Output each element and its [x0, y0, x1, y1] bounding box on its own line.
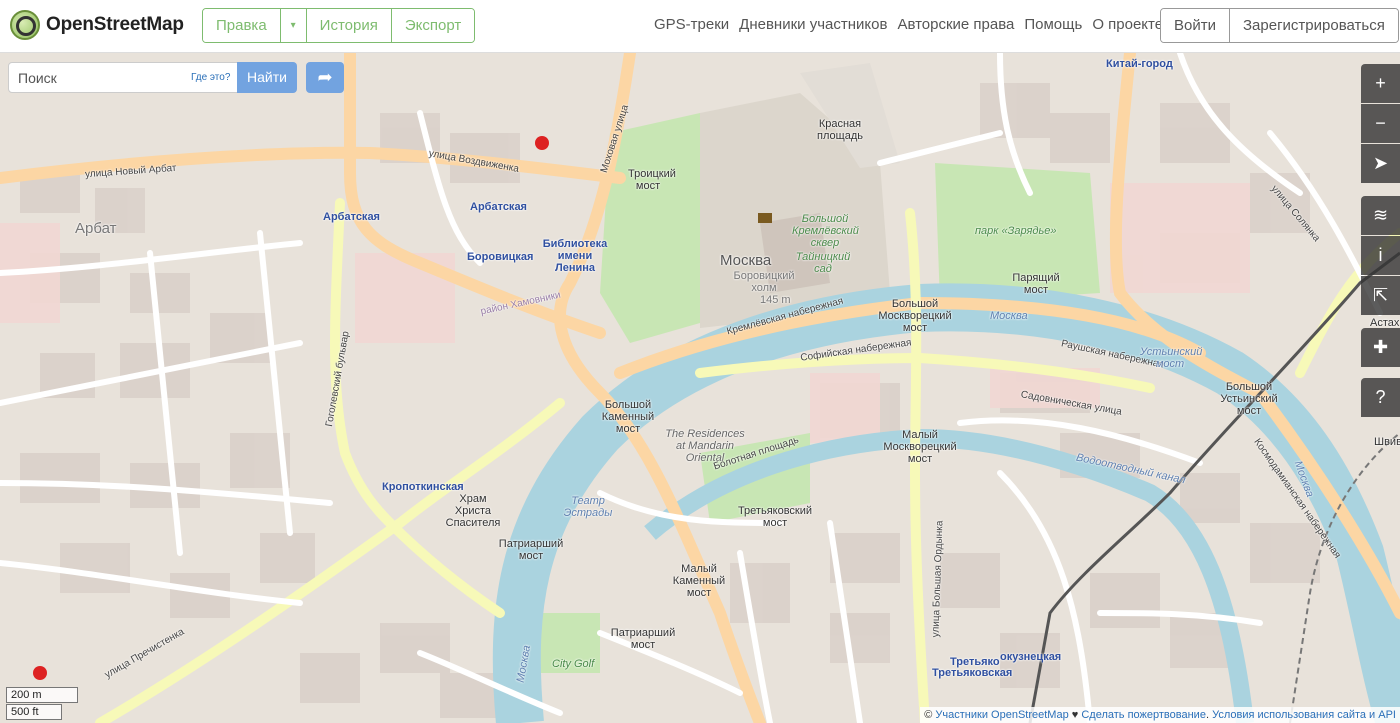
heart-icon: ♥ — [1068, 709, 1082, 721]
scale-metric: 200 m — [6, 687, 78, 703]
nav-about[interactable]: О проекте — [1092, 16, 1163, 33]
export-button[interactable]: Экспорт — [391, 9, 475, 42]
label-troitsky-most: Троицкий мост — [628, 168, 676, 192]
label-paryashchy-most: Парящий мост — [1012, 272, 1060, 296]
login-button[interactable]: Войти — [1161, 9, 1230, 42]
signup-button[interactable]: Зарегистрироваться — [1229, 9, 1398, 42]
label-bolshoy-ustinsky-most: Большой Устьинский мост — [1220, 381, 1278, 417]
label-city-golf: City Golf — [552, 658, 595, 670]
nav-links: GPS-треки Дневники участников Авторские … — [654, 16, 1173, 33]
attribution-terms-link[interactable]: Условия использования сайта и API — [1212, 709, 1396, 721]
auth-button-group: Войти Зарегистрироваться — [1160, 8, 1399, 43]
label-tretyakovsky-most: Третьяковский мост — [737, 505, 813, 529]
directions-arrow-icon: ➦ — [317, 67, 333, 87]
nav-help[interactable]: Помощь — [1024, 16, 1082, 33]
directions-button[interactable]: ➦ — [306, 62, 344, 93]
label-maly-kamenny-most: Малый Каменный мост — [672, 563, 726, 599]
attribution-donate-link[interactable]: Сделать пожертвование — [1081, 709, 1206, 721]
label-moskva-river-1: Москва — [990, 310, 1028, 322]
label-shivaya: Швивая — [1374, 436, 1400, 448]
nav-user-diaries[interactable]: Дневники участников — [739, 16, 887, 33]
edit-dropdown-caret-icon[interactable]: ▾ — [280, 9, 307, 42]
share-button[interactable]: ⇱ — [1361, 276, 1400, 315]
label-park-zaryadye: парк «Зарядье» — [975, 225, 1057, 237]
map-canvas[interactable]: Китай-город Красная площадь Арбат улица … — [0, 53, 1400, 723]
osm-logo[interactable]: OpenStreetMap — [10, 10, 184, 40]
scale-imperial: 500 ft — [6, 704, 62, 720]
query-features-button[interactable]: ? — [1361, 378, 1400, 417]
label-tretyakovskaya: Третьяковская — [932, 667, 1013, 679]
label-ustinsky-most-water: Устьинский мост — [1140, 346, 1203, 370]
label-kitai-gorod: Китай-город — [1106, 58, 1173, 70]
label-holm-height: 145 m — [760, 294, 791, 306]
history-button[interactable]: История — [306, 9, 392, 42]
where-am-i-link[interactable]: Где это? — [191, 72, 230, 83]
label-kreml-skver: Большой Кремлёвский сквер — [792, 213, 859, 249]
search-submit-button[interactable]: Найти — [237, 62, 297, 93]
label-arbat-district: Арбат — [75, 220, 117, 237]
search-bar: Где это? Найти — [8, 62, 297, 93]
map-tiles — [0, 53, 1400, 723]
label-krasnaya-ploshchad: Красная площадь — [817, 118, 863, 142]
label-tainitsky-sad: Тайницкий сад — [795, 251, 851, 275]
label-teatr-estrady: Театр Эстрады — [563, 495, 613, 519]
label-maly-moskvoretsky-most: Малый Москворецкий мост — [883, 429, 957, 465]
label-borovitskaya: Боровицкая — [467, 251, 534, 263]
label-moskva-city: Москва — [720, 252, 772, 269]
attribution-contributors-link[interactable]: Участники OpenStreetMap — [935, 709, 1068, 721]
label-hram: Храм Христа Спасителя — [445, 493, 501, 529]
label-patriarshy-most-1: Патриарший мост — [498, 538, 564, 562]
label-patriarshy-most-2: Патриарший мост — [610, 627, 676, 651]
edit-button-group: Правка ▾ История Экспорт — [202, 8, 476, 43]
attribution-prefix: © — [924, 709, 936, 721]
layers-button[interactable]: ≋ — [1361, 196, 1400, 235]
label-arbatskaya-1: Арбатская — [323, 211, 380, 223]
magnifier-logo-icon — [10, 10, 40, 40]
zoom-out-button[interactable]: − — [1361, 104, 1400, 143]
label-kropotkinskaya: Кропоткинская — [382, 481, 464, 493]
label-tretyako: Третьяко — [950, 656, 1000, 668]
logo-text: OpenStreetMap — [46, 14, 184, 35]
label-borovitsky-holm: Боровицкий холм — [733, 270, 795, 294]
label-novokuznetskaya: окузнецкая — [1000, 651, 1062, 663]
edit-button[interactable]: Правка — [203, 9, 281, 42]
nav-copyright[interactable]: Авторские права — [897, 16, 1014, 33]
top-navbar: OpenStreetMap Правка ▾ История Экспорт G… — [0, 0, 1400, 53]
label-arbatskaya-2: Арбатская — [470, 201, 527, 213]
attribution-bar: © Участники OpenStreetMap ♥ Сделать поже… — [920, 707, 1400, 723]
locate-button[interactable]: ➤ — [1361, 144, 1400, 183]
label-biblioteka-lenina: Библиотека имени Ленина — [542, 238, 608, 274]
label-bolshoy-kamenny-most: Большой Каменный мост — [601, 399, 655, 435]
add-note-button[interactable]: ✚ — [1361, 328, 1400, 367]
label-bolshoy-moskvoretsky-most: Большой Москворецкий мост — [878, 298, 952, 334]
nav-gps-traces[interactable]: GPS-треки — [654, 16, 729, 33]
legend-button[interactable]: i — [1361, 236, 1400, 275]
zoom-in-button[interactable]: + — [1361, 64, 1400, 103]
